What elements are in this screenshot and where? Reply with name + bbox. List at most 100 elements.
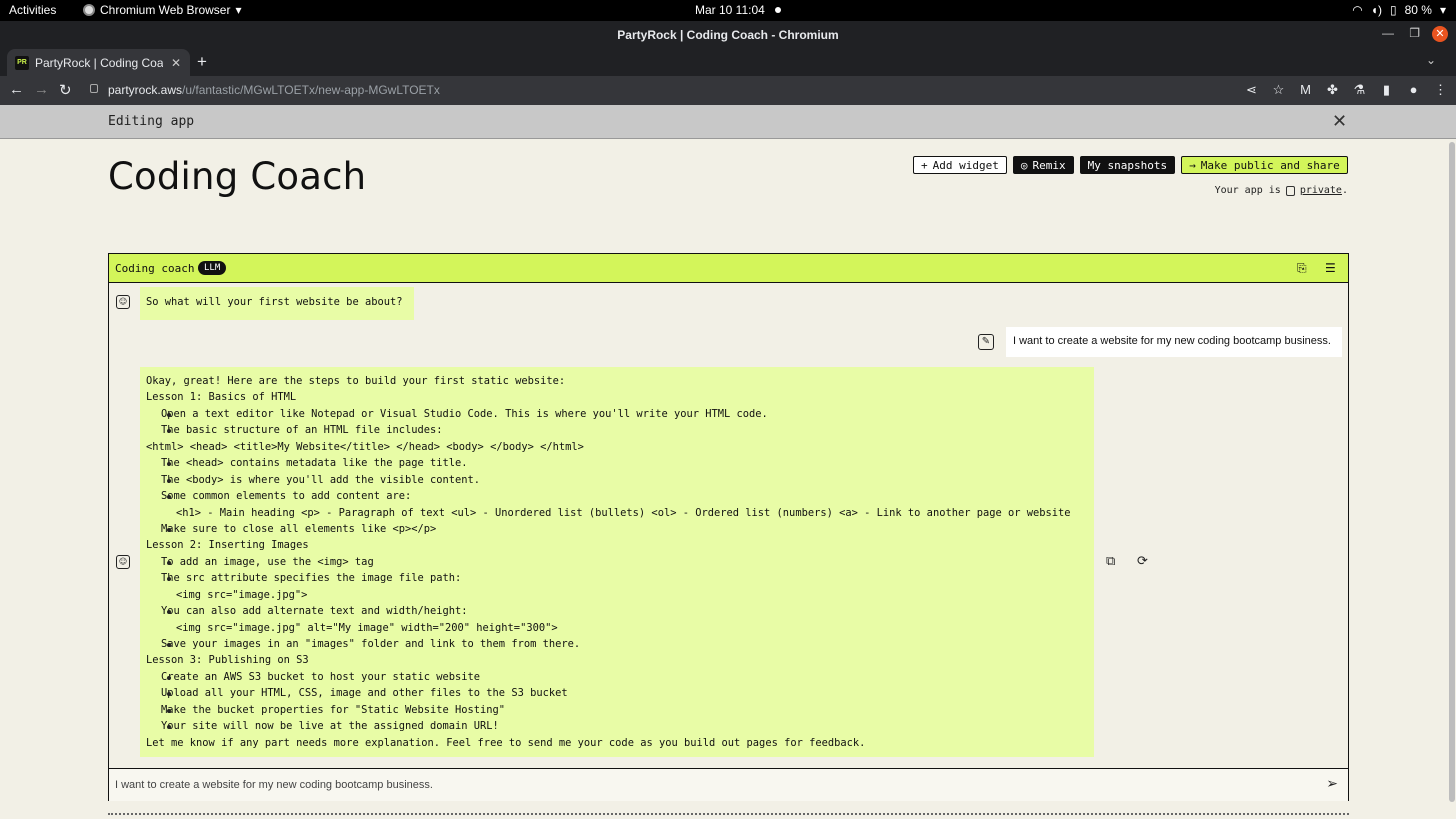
bot-avatar-icon: ☺ [116, 295, 130, 309]
reload-icon[interactable]: ↻ [59, 81, 72, 99]
bullet-item: The <body> is where you'll add the visib… [146, 472, 1088, 488]
make-public-label: Make public and share [1200, 158, 1340, 172]
privacy-link[interactable]: private [1300, 185, 1342, 196]
bullet-item: Some common elements to add content are: [146, 488, 1088, 504]
back-icon[interactable]: ← [9, 81, 24, 98]
bullet-item: The basic structure of an HTML file incl… [146, 422, 1088, 438]
user-message: I want to create a website for my new co… [1006, 327, 1342, 357]
widget-header: Coding coach LLM ⎘ ☰ [109, 254, 1348, 283]
widget-title: Coding coach [115, 262, 195, 275]
response-line: <img src="image.jpg"> [176, 588, 308, 601]
forward-icon[interactable]: → [34, 81, 49, 98]
editing-label: Editing app [108, 114, 195, 129]
address-bar[interactable]: partyrock.aws/u/fantastic/MGwLTOETx/new-… [108, 83, 440, 97]
gmail-extension-icon[interactable]: M [1298, 82, 1313, 98]
close-tab-icon[interactable]: ✕ [171, 56, 181, 70]
bot-message: So what will your first website be about… [140, 287, 414, 320]
system-tray[interactable]: ◠ ◖) ▯ 80 % ▾ [1352, 3, 1446, 17]
chat-input[interactable] [109, 769, 1309, 801]
bot-response: Okay, great! Here are the steps to build… [140, 367, 1094, 757]
bullet-item: You can also add alternate text and widt… [146, 603, 1088, 619]
response-line: <html> <head> <title>My Website</title> … [146, 440, 584, 453]
privacy-status: Your app is private. [1215, 185, 1348, 196]
window-title-bar: PartyRock | Coding Coach - Chromium — ❐ … [0, 21, 1456, 47]
chevron-down-icon: ▾ [1439, 3, 1446, 17]
system-top-bar: Activities Chromium Web Browser ▾ Mar 10… [0, 0, 1456, 21]
coding-coach-widget: Coding coach LLM ⎘ ☰ ☺ So what will your… [108, 253, 1349, 801]
copy-icon[interactable]: ⧉ [1106, 554, 1115, 569]
page-scrollbar[interactable] [1448, 139, 1456, 819]
remix-label: Remix [1032, 158, 1066, 172]
app-menu-label: Chromium Web Browser [100, 3, 231, 17]
my-snapshots-button[interactable]: My snapshots [1079, 156, 1176, 174]
window-title: PartyRock | Coding Coach - Chromium [617, 28, 839, 42]
volume-icon: ◖) [1370, 3, 1382, 17]
app-actions: + Add widget ◎ Remix My snapshots → Make… [913, 156, 1348, 174]
privacy-suffix: . [1341, 185, 1348, 196]
snapshots-label: My snapshots [1087, 158, 1168, 172]
bullet-item: Save your images in an "images" folder a… [146, 636, 1088, 652]
url-path: /u/fantastic/MGwLTOETx/new-app-MGwLTOETx [182, 83, 440, 97]
bullet-item: Make sure to close all elements like <p>… [146, 521, 1088, 537]
bullet-item: Upload all your HTML, CSS, image and oth… [146, 685, 1088, 701]
toolbar-icons: ⋖ ☆ M ✤ ⚗ ▮ ● ⋮ [1244, 82, 1448, 98]
minimize-icon[interactable]: — [1382, 26, 1394, 40]
chat-input-bar: ➢ [109, 768, 1348, 801]
make-public-button[interactable]: → Make public and share [1181, 156, 1348, 174]
bullet-item: Create an AWS S3 bucket to host your sta… [146, 669, 1088, 685]
share-icon[interactable]: ⋖ [1244, 82, 1259, 98]
browser-tab[interactable]: PR PartyRock | Coding Coach ✕ [7, 49, 190, 76]
tab-search-icon[interactable]: ⌄ [1426, 53, 1436, 67]
scrollbar-thumb[interactable] [1449, 142, 1455, 802]
remix-button[interactable]: ◎ Remix [1012, 156, 1074, 174]
activities-button[interactable]: Activities [9, 3, 56, 17]
export-icon[interactable]: ⎘ [1297, 261, 1307, 276]
bullet-item: The <head> contains metadata like the pa… [146, 455, 1088, 471]
app-menu[interactable]: Chromium Web Browser ▾ [83, 3, 242, 17]
response-line: Lesson 1: Basics of HTML [146, 391, 297, 404]
response-line: <h1> - Main heading <p> - Paragraph of t… [176, 506, 1071, 519]
settings-sliders-icon[interactable]: ☰ [1325, 261, 1336, 275]
arrow-right-icon: → [1189, 158, 1196, 172]
editing-bar: Editing app ✕ [0, 105, 1456, 139]
add-widget-button[interactable]: + Add widget [913, 156, 1007, 174]
tab-strip: PR PartyRock | Coding Coach ✕ + ⌄ [0, 47, 1456, 76]
add-widget-label: Add widget [932, 158, 999, 172]
lock-icon[interactable] [90, 84, 98, 93]
close-editing-icon[interactable]: ✕ [1332, 111, 1347, 132]
kebab-menu-icon[interactable]: ⋮ [1433, 82, 1448, 98]
response-line: Let me know if any part needs more expla… [146, 736, 866, 749]
new-tab-icon[interactable]: + [197, 52, 207, 72]
app-title: Coding Coach [108, 155, 367, 198]
bullet-item: Open a text editor like Notepad or Visua… [146, 406, 1088, 422]
notification-dot-icon [774, 7, 781, 13]
chromium-icon [83, 4, 95, 16]
partyrock-favicon: PR [15, 55, 29, 70]
edit-message-icon[interactable]: ✎ [978, 334, 994, 350]
bot-avatar-icon: ☺ [116, 555, 130, 569]
profile-icon[interactable]: ● [1406, 82, 1421, 98]
bookmark-star-icon[interactable]: ☆ [1271, 82, 1286, 98]
response-line: <img src="image.jpg" alt="My image" widt… [176, 621, 558, 634]
llm-badge: LLM [198, 261, 227, 275]
response-line: Lesson 3: Publishing on S3 [146, 654, 309, 667]
bullet-item: The src attribute specifies the image fi… [146, 570, 1088, 586]
remix-icon: ◎ [1020, 158, 1028, 172]
wifi-icon: ◠ [1352, 3, 1363, 17]
maximize-icon[interactable]: ❐ [1409, 26, 1420, 40]
extensions-puzzle-icon[interactable]: ✤ [1325, 82, 1340, 98]
regenerate-icon[interactable]: ⟳ [1137, 554, 1148, 569]
battery-icon: ▯ [1390, 3, 1397, 17]
close-window-icon[interactable]: ✕ [1432, 26, 1448, 42]
bullet-item: Make the bucket properties for "Static W… [146, 702, 1088, 718]
plus-icon: + [921, 158, 928, 172]
clock-label: Mar 10 11:04 [695, 3, 765, 17]
bullet-item: To add an image, use the <img> tag [146, 554, 1088, 570]
send-icon[interactable]: ➢ [1326, 776, 1338, 792]
side-panel-icon[interactable]: ▮ [1379, 82, 1394, 98]
widget-divider [108, 813, 1349, 815]
lock-icon [1285, 185, 1295, 196]
clock[interactable]: Mar 10 11:04 [695, 3, 781, 17]
lab-extension-icon[interactable]: ⚗ [1352, 82, 1367, 98]
battery-percent: 80 % [1404, 3, 1432, 17]
